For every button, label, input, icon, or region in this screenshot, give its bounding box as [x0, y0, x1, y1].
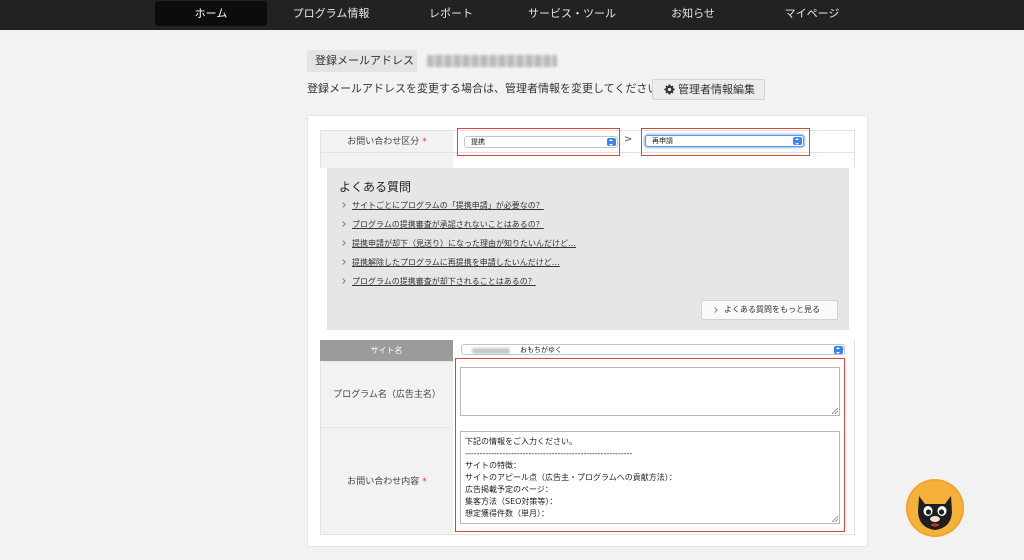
chevron-right-icon [712, 307, 718, 313]
content-line: ----------------------------------------… [465, 449, 633, 458]
faq-item[interactable]: サイトごとにプログラムの「提携申請」が必要なの？ [340, 200, 544, 211]
faq-item-text: プログラムの提携審査が却下されることはあるの？ [352, 277, 536, 286]
nav-services-tools[interactable]: サービス・ツール [520, 0, 624, 27]
select-arrows-icon [607, 138, 616, 146]
faq-item[interactable]: プログラムの提携審査が却下されることはあるの？ [340, 276, 536, 287]
admin-info-edit-button[interactable]: 管理者情報編集 [652, 79, 765, 100]
cat-mascot-icon[interactable] [905, 478, 965, 538]
faq-more-label: よくある質問をもっと見る [724, 305, 820, 314]
program-name-label: プログラム名（広告主名） [320, 361, 453, 427]
faq-item[interactable]: 提携解除したプログラムに再提携を申請したいんだけど… [340, 257, 560, 268]
program-name-textarea[interactable] [460, 367, 840, 416]
content-line: 集客方法（SEO対策等）： [465, 497, 558, 506]
inquiry-content-label: お問い合わせ内容 * [320, 427, 453, 535]
content-line: サイトのアピール点（広告主・プログラムへの貢献方法）： [465, 473, 677, 482]
resize-grip-icon [832, 516, 838, 522]
nav-home[interactable]: ホーム [155, 1, 267, 26]
faq-item-text: プログラムの提携審査が承認されないことはあるの？ [352, 220, 544, 229]
site-id-blurred [472, 348, 510, 354]
chevron-right-icon [340, 221, 346, 227]
inquiry-content-text: 下記の情報をご入力ください。 --------------------------… [465, 436, 677, 520]
content-line: サイトの特徴： [465, 461, 521, 470]
content-line: 想定獲得件数（単月）： [465, 509, 549, 518]
admin-button-label: 管理者情報編集 [678, 83, 755, 96]
site-name-label: サイト名 [320, 340, 453, 361]
subcategory-select-value: 再申請 [652, 137, 673, 145]
content-line: 下記の情報をご入力ください。 [465, 437, 577, 446]
nav-reports[interactable]: レポート [410, 0, 492, 27]
top-nav: ホーム プログラム情報 レポート サービス・ツール お知らせ マイページ [0, 0, 1024, 30]
required-mark: * [422, 477, 427, 487]
nav-programs[interactable]: プログラム情報 [282, 0, 380, 27]
select-arrows-icon [793, 137, 802, 145]
label-column-spacer [320, 153, 453, 168]
faq-item-text: 提携申請が却下（見送り）になった理由が知りたいんだけど… [352, 239, 576, 248]
faq-box: よくある質問 サイトごとにプログラムの「提携申請」が必要なの？ プログラムの提携… [327, 168, 849, 330]
nav-news[interactable]: お知らせ [655, 0, 731, 27]
chevron-right-icon [340, 240, 346, 246]
chevron-right-icon [340, 202, 346, 208]
chevron-right-icon [340, 278, 346, 284]
chevron-right-icon [340, 259, 346, 265]
faq-item-text: サイトごとにプログラムの「提携申請」が必要なの？ [352, 201, 544, 210]
resize-grip-icon [832, 408, 838, 414]
select-arrows-icon [834, 346, 843, 354]
faq-more-button[interactable]: よくある質問をもっと見る [701, 300, 838, 320]
category-select[interactable]: 提携 [464, 136, 618, 148]
nav-mypage[interactable]: マイページ [772, 0, 852, 27]
subcategory-select[interactable]: 再申請 [645, 135, 804, 147]
category-label: お問い合わせ区分 * [320, 130, 453, 153]
faq-item-text: 提携解除したプログラムに再提携を申請したいんだけど… [352, 258, 560, 267]
required-mark: * [422, 137, 427, 147]
email-label: 登録メールアドレス [307, 50, 417, 72]
site-select-value: おもちがゆく [520, 346, 562, 354]
row-border-right [841, 153, 855, 168]
category-select-value: 提携 [471, 138, 485, 146]
faq-item[interactable]: プログラムの提携審査が承認されないことはあるの？ [340, 219, 544, 230]
gear-icon [664, 84, 675, 95]
inquiry-panel: お問い合わせ区分 * 提携 > 再申請 よくある質問 サイトごとにプログラムの「提… [307, 115, 868, 547]
email-change-notice: 登録メールアドレスを変更する場合は、管理者情報を変更してください。 [307, 82, 670, 95]
content-line: 広告掲載予定のページ： [465, 485, 553, 494]
faq-item[interactable]: 提携申請が却下（見送り）になった理由が知りたいんだけど… [340, 238, 576, 249]
category-separator: > [624, 134, 633, 145]
inquiry-content-label-text: お問い合わせ内容 [347, 477, 420, 487]
site-select[interactable]: おもちがゆく [461, 344, 845, 355]
inquiry-content-textarea[interactable]: 下記の情報をご入力ください。 --------------------------… [460, 431, 840, 524]
category-label-text: お問い合わせ区分 [347, 137, 420, 147]
faq-title: よくある質問 [339, 180, 412, 194]
email-value-blurred [427, 55, 557, 67]
